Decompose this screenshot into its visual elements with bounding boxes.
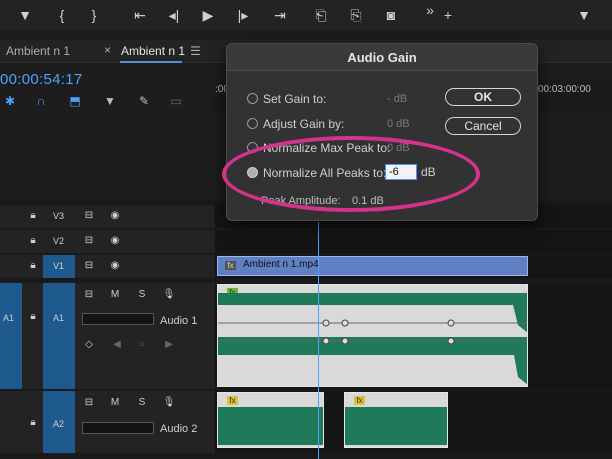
audio-clip-a2-1[interactable]: fx	[217, 392, 324, 448]
eye-icon[interactable]: ◉	[108, 260, 122, 272]
lock-icon[interactable]: 🔒︎	[26, 311, 40, 323]
dialog-titlebar[interactable]: Audio Gain	[227, 44, 537, 71]
audio-clip-a1[interactable]: fx	[217, 284, 528, 387]
sync-lock-icon[interactable]: ⊟	[82, 289, 96, 301]
value-adjust-gain: 0 dB	[387, 118, 410, 130]
export-frame-icon[interactable]: ◙	[381, 5, 401, 25]
video-clip[interactable]: fx Ambient n 1.mp4	[217, 256, 528, 276]
cancel-button[interactable]: Cancel	[445, 117, 521, 135]
more-icon[interactable]: »	[420, 0, 440, 20]
ok-button[interactable]: OK	[445, 88, 521, 106]
marker-right-icon[interactable]: ▼	[574, 5, 594, 25]
radio-set-gain[interactable]	[247, 93, 258, 104]
source-label-a1: A1	[3, 313, 15, 323]
track-name-a1[interactable]: Audio 1	[160, 315, 197, 327]
peak-amplitude-label: Peak Amplitude:	[261, 195, 341, 207]
tab-ambient-1[interactable]: Ambient n 1	[6, 44, 70, 58]
fx-badge: fx	[225, 261, 236, 270]
lock-icon[interactable]: 🔒︎	[26, 235, 40, 247]
label-normalize-all: Normalize All Peaks to:	[263, 166, 387, 180]
solo-button[interactable]: S	[135, 289, 149, 301]
volume-meter	[82, 313, 154, 325]
tab-ambient-1-active[interactable]: Ambient n 1	[121, 44, 185, 58]
lock-icon[interactable]: 🔒︎	[26, 210, 40, 222]
track-target-a1[interactable]	[43, 283, 75, 389]
label-adjust-gain: Adjust Gain by:	[263, 117, 345, 131]
peak-unit: dB	[421, 165, 436, 179]
value-set-gain: - dB	[387, 93, 408, 105]
lift-icon[interactable]: ⎗	[311, 5, 331, 25]
add-keyframe-icon[interactable]: ○	[135, 339, 149, 351]
sync-lock-icon[interactable]: ⊟	[82, 260, 96, 272]
track-header-a2: 🔒︎ A2 ⊟ M S 🎙︎ Audio 2	[0, 391, 215, 453]
playhead[interactable]	[318, 222, 319, 459]
mute-button[interactable]: M	[108, 397, 122, 409]
track-header-v3: 🔒︎ V3 ⊟ ◉	[0, 205, 215, 228]
prev-keyframe-icon[interactable]: ◀	[110, 339, 124, 351]
solo-button[interactable]: S	[135, 397, 149, 409]
waveform-a2-1	[218, 407, 323, 445]
captions-icon[interactable]: ▭	[168, 94, 184, 108]
lane-v2[interactable]	[215, 230, 612, 253]
ruler-label-3min: 00:03:00:00	[538, 84, 591, 95]
peak-amplitude-value: 0.1 dB	[352, 195, 384, 207]
step-back-icon[interactable]: ◂|	[164, 5, 184, 25]
eye-icon[interactable]: ◉	[108, 235, 122, 247]
track-label-v3: V3	[53, 211, 65, 221]
waveform-a2-2	[345, 407, 447, 445]
tab-close-icon[interactable]: ×	[104, 43, 111, 57]
mute-button[interactable]: M	[108, 289, 122, 301]
track-label-v1: V1	[53, 261, 65, 271]
track-label-a1: A1	[53, 313, 65, 323]
transport-toolbar: ▼ { } ⇤ ◂| ▶ |▸ ⇥ ⎗ ⎘ ◙ » + ▼	[0, 0, 612, 30]
value-normalize-max: 0 dB	[387, 142, 410, 154]
add-icon[interactable]: +	[438, 5, 458, 25]
track-label-a2: A2	[53, 419, 65, 429]
track-header-v2: 🔒︎ V2 ⊟ ◉	[0, 230, 215, 253]
volume-meter	[82, 422, 154, 434]
eye-icon[interactable]: ◉	[108, 210, 122, 222]
normalize-all-peaks-input[interactable]	[385, 164, 417, 180]
lock-icon[interactable]: 🔒︎	[26, 260, 40, 272]
tab-menu-icon[interactable]: ☰	[190, 44, 201, 58]
microphone-icon[interactable]: 🎙︎	[162, 289, 176, 301]
active-tab-indicator	[120, 61, 182, 63]
source-patch-a1[interactable]	[0, 283, 22, 389]
insert-overwrite-icon[interactable]: ⬒	[67, 94, 83, 108]
track-label-v2: V2	[53, 236, 65, 246]
dialog-title: Audio Gain	[347, 50, 417, 65]
sync-lock-icon[interactable]: ⊟	[82, 210, 96, 222]
timecode-display[interactable]: 00:00:54:17	[0, 71, 83, 88]
label-set-gain: Set Gain to:	[263, 92, 327, 106]
step-forward-icon[interactable]: |▸	[233, 5, 253, 25]
radio-normalize-all[interactable]	[247, 167, 258, 178]
add-marker-icon[interactable]: ▼	[102, 94, 118, 108]
track-name-a2[interactable]: Audio 2	[160, 423, 197, 435]
track-header-v1: 🔒︎ V1 ⊟ ◉	[0, 255, 215, 278]
snap-icon[interactable]: ✱	[2, 94, 18, 108]
sync-lock-icon[interactable]: ⊟	[82, 397, 96, 409]
audio-gain-dialog: Audio Gain Set Gain to: - dB Adjust Gain…	[226, 43, 538, 221]
go-to-in-icon[interactable]: ⇤	[130, 5, 150, 25]
track-header-a1: A1 🔒︎ A1 ⊟ M S 🎙︎ Audio 1 ◇ ◀ ○ ▶	[0, 283, 215, 389]
extract-icon[interactable]: ⎘	[346, 5, 366, 25]
microphone-icon[interactable]: 🎙︎	[162, 397, 176, 409]
keyframe-icon[interactable]: ◇	[82, 339, 96, 351]
radio-adjust-gain[interactable]	[247, 118, 258, 129]
linked-selection-icon[interactable]: ∩	[33, 94, 49, 108]
waveform-a1	[218, 293, 527, 385]
video-clip-name: Ambient n 1.mp4	[243, 259, 319, 270]
next-keyframe-icon[interactable]: ▶	[162, 339, 176, 351]
go-to-out-icon[interactable]: ⇥	[270, 5, 290, 25]
lock-icon[interactable]: 🔒︎	[26, 417, 40, 429]
label-normalize-max: Normalize Max Peak to:	[263, 141, 391, 155]
mark-out-icon[interactable]: }	[84, 5, 104, 25]
marker-icon[interactable]: ▼	[15, 5, 35, 25]
mark-in-icon[interactable]: {	[52, 5, 72, 25]
radio-normalize-max[interactable]	[247, 142, 258, 153]
play-icon[interactable]: ▶	[198, 5, 218, 25]
sync-lock-icon[interactable]: ⊟	[82, 235, 96, 247]
wrench-icon[interactable]: ✎	[136, 94, 152, 108]
audio-clip-a2-2[interactable]: fx	[344, 392, 448, 448]
